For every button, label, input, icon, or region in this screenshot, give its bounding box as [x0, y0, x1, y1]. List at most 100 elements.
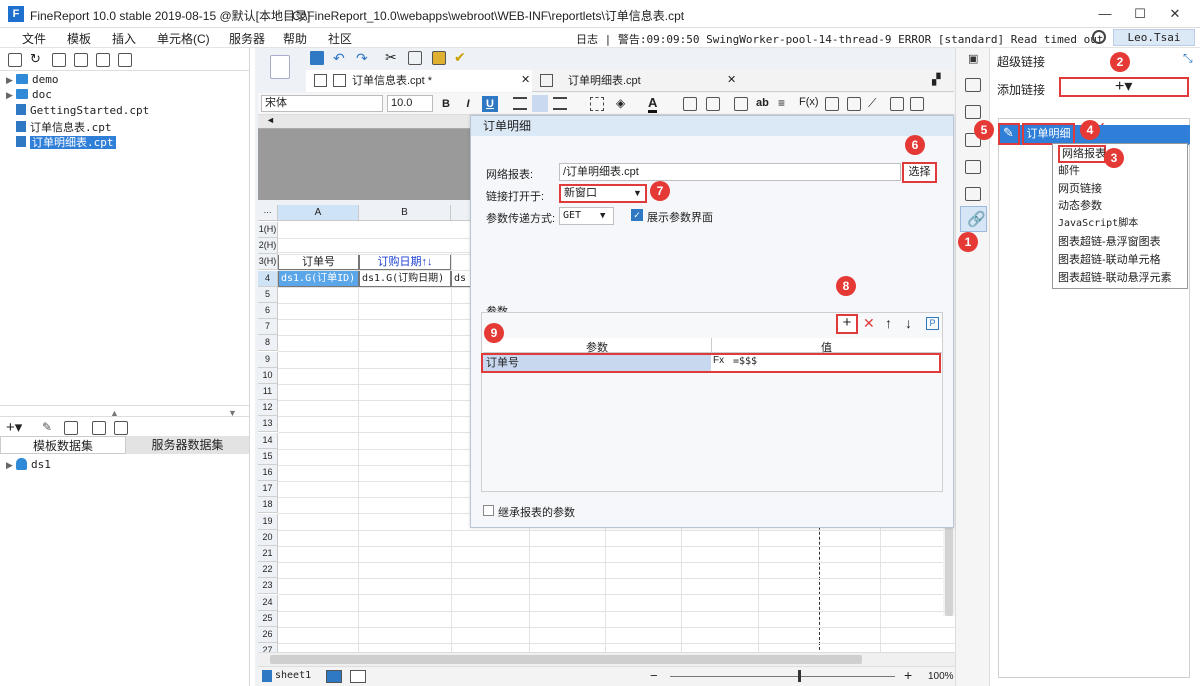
- menu-help[interactable]: 帮助: [283, 30, 307, 47]
- maximize-button[interactable]: ☐: [1126, 4, 1154, 24]
- menu-item-dynamic-param[interactable]: 动态参数: [1058, 197, 1102, 215]
- save-icon[interactable]: [310, 51, 324, 65]
- tree-item-order-detail[interactable]: 订单明细表.cpt: [6, 134, 116, 149]
- new-folder-icon[interactable]: [8, 53, 22, 67]
- row-header[interactable]: 8: [258, 335, 278, 352]
- zoom-in-icon[interactable]: +: [904, 667, 912, 683]
- row-header[interactable]: 13: [258, 416, 278, 433]
- menu-insert[interactable]: 插入: [112, 30, 136, 47]
- column-header-b[interactable]: B: [359, 205, 451, 221]
- menu-item-chart-cell[interactable]: 图表超链-联动单元格: [1058, 251, 1161, 269]
- align-center-icon[interactable]: [532, 95, 548, 112]
- log-message[interactable]: 日志 | 警告:09:09:50 SwingWorker-pool-14-thr…: [576, 31, 1103, 47]
- row-header[interactable]: 11: [258, 384, 278, 400]
- row-header[interactable]: 14: [258, 432, 278, 449]
- menu-file[interactable]: 文件: [22, 30, 46, 47]
- bold-button[interactable]: B: [438, 96, 454, 112]
- refresh-icon[interactable]: ↻: [30, 51, 41, 67]
- method-select[interactable]: GET ▼: [559, 207, 614, 225]
- menu-item-chart-element[interactable]: 图表超链-联动悬浮元素: [1058, 269, 1172, 287]
- report-path-input[interactable]: /订单明细表.cpt: [559, 163, 901, 181]
- image-icon[interactable]: [847, 97, 861, 111]
- insert-text-icon[interactable]: [734, 97, 748, 111]
- delete-icon[interactable]: [96, 53, 110, 67]
- row-header[interactable]: 4: [258, 270, 278, 287]
- edit-icon[interactable]: ✎: [42, 420, 52, 434]
- paste-icon[interactable]: [432, 51, 446, 65]
- underline-button[interactable]: U: [482, 96, 498, 112]
- formula-icon[interactable]: F(x): [799, 96, 819, 108]
- copy-icon[interactable]: [118, 53, 132, 67]
- zoom-slider[interactable]: [670, 676, 895, 677]
- delete-param-icon[interactable]: ✕: [863, 315, 875, 332]
- row-header[interactable]: 12: [258, 400, 278, 417]
- add-param-button[interactable]: +: [836, 314, 858, 334]
- row-header[interactable]: 19: [258, 513, 278, 530]
- inherit-params-checkbox[interactable]: [483, 505, 494, 516]
- condition-icon[interactable]: [965, 187, 981, 201]
- row-header[interactable]: 6: [258, 303, 278, 319]
- row-header[interactable]: 10: [258, 367, 278, 384]
- align-right-icon[interactable]: [553, 97, 567, 110]
- column-header-a[interactable]: A: [278, 205, 359, 221]
- fill-color-icon[interactable]: ◈: [616, 96, 625, 110]
- chart-icon[interactable]: [825, 97, 839, 111]
- row-header[interactable]: 23: [258, 578, 278, 595]
- move-up-icon[interactable]: ↑: [885, 315, 892, 331]
- tab-template-dataset[interactable]: 模板数据集: [0, 436, 126, 454]
- param-row[interactable]: 订单号 Fx =$$$: [481, 353, 941, 373]
- row-header[interactable]: 25: [258, 610, 278, 627]
- locate-icon[interactable]: [74, 53, 88, 67]
- zoom-level[interactable]: 100%: [928, 671, 954, 682]
- row-header[interactable]: 18: [258, 497, 278, 514]
- edit-link-button[interactable]: ✎: [998, 123, 1020, 145]
- cell-element-icon[interactable]: [965, 105, 981, 119]
- user-name[interactable]: Leo.Tsai: [1113, 29, 1195, 46]
- row-header[interactable]: 22: [258, 562, 278, 579]
- open-icon[interactable]: [52, 53, 66, 67]
- align-left-icon[interactable]: [513, 97, 527, 110]
- search-icon[interactable]: [1092, 30, 1106, 44]
- minimize-button[interactable]: —: [1091, 4, 1119, 24]
- menu-item-email[interactable]: 邮件: [1058, 162, 1080, 180]
- row-header[interactable]: 26: [258, 627, 278, 643]
- font-color-icon[interactable]: A: [648, 95, 658, 113]
- richtext-icon[interactable]: ab: [756, 97, 769, 109]
- sql-icon[interactable]: [114, 421, 128, 435]
- sheet-tab[interactable]: sheet1: [275, 670, 311, 681]
- tab-server-dataset[interactable]: 服务器数据集: [126, 436, 249, 454]
- sub-report-icon[interactable]: [890, 97, 904, 111]
- row-header[interactable]: 3(H): [258, 254, 278, 271]
- cell-a4[interactable]: ds1.G(订单ID): [278, 270, 359, 287]
- add-form-sheet-icon[interactable]: [350, 670, 366, 683]
- menu-cell[interactable]: 单元格(C): [157, 30, 210, 47]
- add-link-button[interactable]: +▾: [1059, 77, 1189, 97]
- param-value[interactable]: =$$$: [733, 356, 757, 367]
- row-header[interactable]: 1(H): [258, 222, 278, 238]
- row-header[interactable]: 16: [258, 465, 278, 481]
- font-family-select[interactable]: 宋体: [261, 95, 383, 112]
- row-header[interactable]: 21: [258, 546, 278, 562]
- menu-item-web-link[interactable]: 网页链接: [1058, 180, 1102, 198]
- row-header[interactable]: 15: [258, 448, 278, 465]
- show-params-checkbox[interactable]: ✓: [631, 209, 643, 221]
- merge-icon[interactable]: [683, 97, 697, 111]
- list-icon[interactable]: ≡: [778, 96, 785, 110]
- collapse-panel-icon[interactable]: ⤡: [1183, 51, 1193, 66]
- row-header[interactable]: 9: [258, 351, 278, 368]
- row-header[interactable]: 20: [258, 529, 278, 546]
- param-name[interactable]: 订单号: [483, 355, 711, 371]
- param-icon[interactable]: P: [926, 317, 939, 330]
- cell-c4[interactable]: ds: [451, 270, 471, 287]
- close-tab-icon[interactable]: ✕: [521, 73, 530, 86]
- zoom-handle[interactable]: [798, 670, 801, 682]
- slash-icon[interactable]: ⟋: [868, 96, 876, 111]
- font-size-select[interactable]: 10.0: [387, 95, 433, 112]
- more-icon[interactable]: [910, 97, 924, 111]
- template-icon[interactable]: [270, 55, 290, 79]
- menu-item-web-report[interactable]: 网络报表: [1058, 145, 1106, 163]
- tree-item-demo[interactable]: ▶ demo: [6, 73, 59, 88]
- zoom-out-icon[interactable]: −: [650, 668, 658, 683]
- cell-b3[interactable]: 订购日期↑↓: [359, 254, 451, 270]
- redo-icon[interactable]: ↷: [356, 50, 368, 67]
